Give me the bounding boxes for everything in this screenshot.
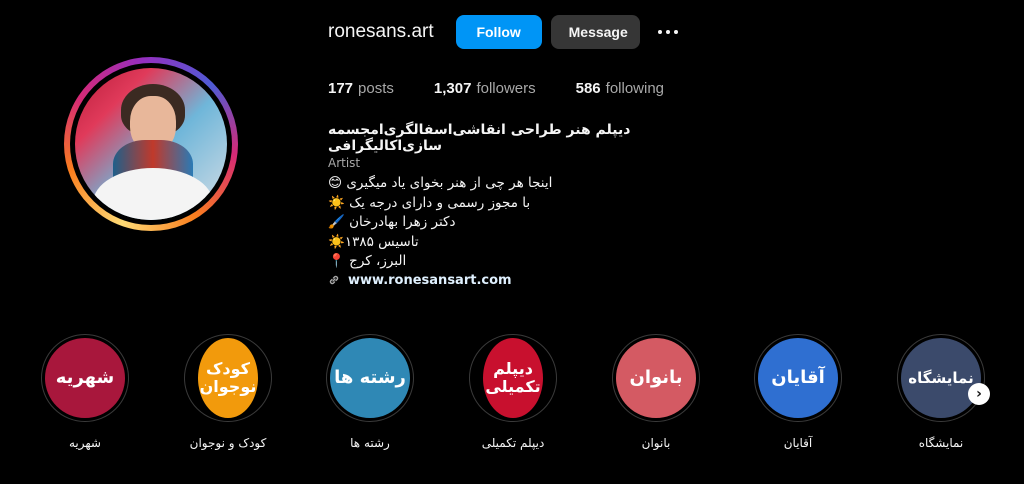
highlight-ring: دیپلم تکمیلی (469, 334, 557, 422)
posts-count: 177 posts (328, 80, 394, 97)
avatar[interactable] (75, 68, 227, 220)
highlight-label: شهریه (69, 436, 101, 450)
message-button[interactable]: Message (550, 15, 640, 49)
highlight-cover: نمایشگاه (901, 338, 981, 418)
website-url: www.ronesansart.com (348, 272, 512, 288)
stat-label: followers (476, 80, 536, 97)
profile-avatar-story-ring[interactable] (64, 57, 238, 231)
dot (673, 30, 678, 34)
bio-line: با مجوز رسمی و دارای درجه یک ☀️ (328, 194, 531, 211)
profile-bio: دیپلم هنر طراحی انقاشی‌اسفالگری‌امجسمه س… (328, 122, 708, 288)
highlight-cover: شهریه (45, 338, 125, 418)
bio-line: اینجا هر چی از هنر بخوای یاد میگیری 😊 (328, 175, 553, 191)
more-dots-icon[interactable] (656, 20, 680, 44)
stat-label: posts (358, 80, 394, 97)
bio-category: Artist (328, 156, 361, 170)
highlight-label: آقایان (783, 436, 813, 450)
highlight-label: بانوان (641, 436, 671, 450)
stat-value: 177 (328, 80, 354, 97)
highlight-fields[interactable]: رشته ها رشته ها (305, 334, 435, 450)
avatar-coat (93, 168, 213, 220)
highlight-ring: نمایشگاه (897, 334, 985, 422)
highlight-diploma[interactable]: دیپلم تکمیلی دیپلم تکمیلی (448, 334, 578, 450)
highlight-ring: بانوان (612, 334, 700, 422)
bio-line: البرز، کرج 📍 (328, 253, 407, 269)
story-highlights: شهریه شهریه کودک نوجوان کودک و نوجوان رش… (0, 334, 1024, 454)
profile-stats: 177 posts 1,307 followers 586 following (328, 80, 664, 97)
highlight-label: رشته ها (350, 436, 390, 450)
bio-line: دکتر زهرا بهادرخان 🖌️ (328, 214, 456, 230)
highlight-women[interactable]: بانوان بانوان (591, 334, 721, 450)
highlight-men[interactable]: آقایان آقایان (733, 334, 863, 450)
dot (665, 30, 670, 34)
highlight-ring: آقایان (754, 334, 842, 422)
highlight-label: نمایشگاه (918, 436, 964, 450)
highlight-cover: رشته ها (330, 338, 410, 418)
bio-line: تاسیس ۱۳۸۵☀️ (328, 233, 419, 250)
bio-website-link[interactable]: www.ronesansart.com (328, 273, 708, 288)
highlight-kids-teens[interactable]: کودک نوجوان کودک و نوجوان (163, 334, 293, 450)
following-count[interactable]: 586 following (576, 80, 664, 97)
highlight-ring: رشته ها (326, 334, 414, 422)
highlight-cover: بانوان (616, 338, 696, 418)
highlight-ring: کودک نوجوان (184, 334, 272, 422)
username: ronesans.art (328, 21, 434, 42)
dot (657, 30, 662, 34)
chevron-right-icon[interactable]: › (968, 383, 990, 405)
highlight-cover: دیپلم تکمیلی (483, 338, 543, 418)
highlight-label: دیپلم تکمیلی (481, 436, 545, 450)
highlight-cover: آقایان (758, 338, 838, 418)
stat-value: 1,307 (433, 80, 472, 97)
highlight-label: کودک و نوجوان (189, 436, 267, 450)
bio-name: دیپلم هنر طراحی انقاشی‌اسفالگری‌امجسمه س… (328, 122, 631, 154)
stat-value: 586 (575, 80, 601, 97)
highlight-cover: کودک نوجوان (198, 338, 258, 418)
followers-count[interactable]: 1,307 followers (434, 80, 536, 97)
follow-button[interactable]: Follow (455, 15, 542, 49)
link-icon (329, 275, 339, 285)
highlight-tuition[interactable]: شهریه شهریه (20, 334, 150, 450)
avatar-border (70, 63, 232, 225)
stat-label: following (605, 80, 665, 97)
profile-header: ronesans.art Follow Message (328, 14, 680, 50)
highlight-ring: شهریه (41, 334, 129, 422)
